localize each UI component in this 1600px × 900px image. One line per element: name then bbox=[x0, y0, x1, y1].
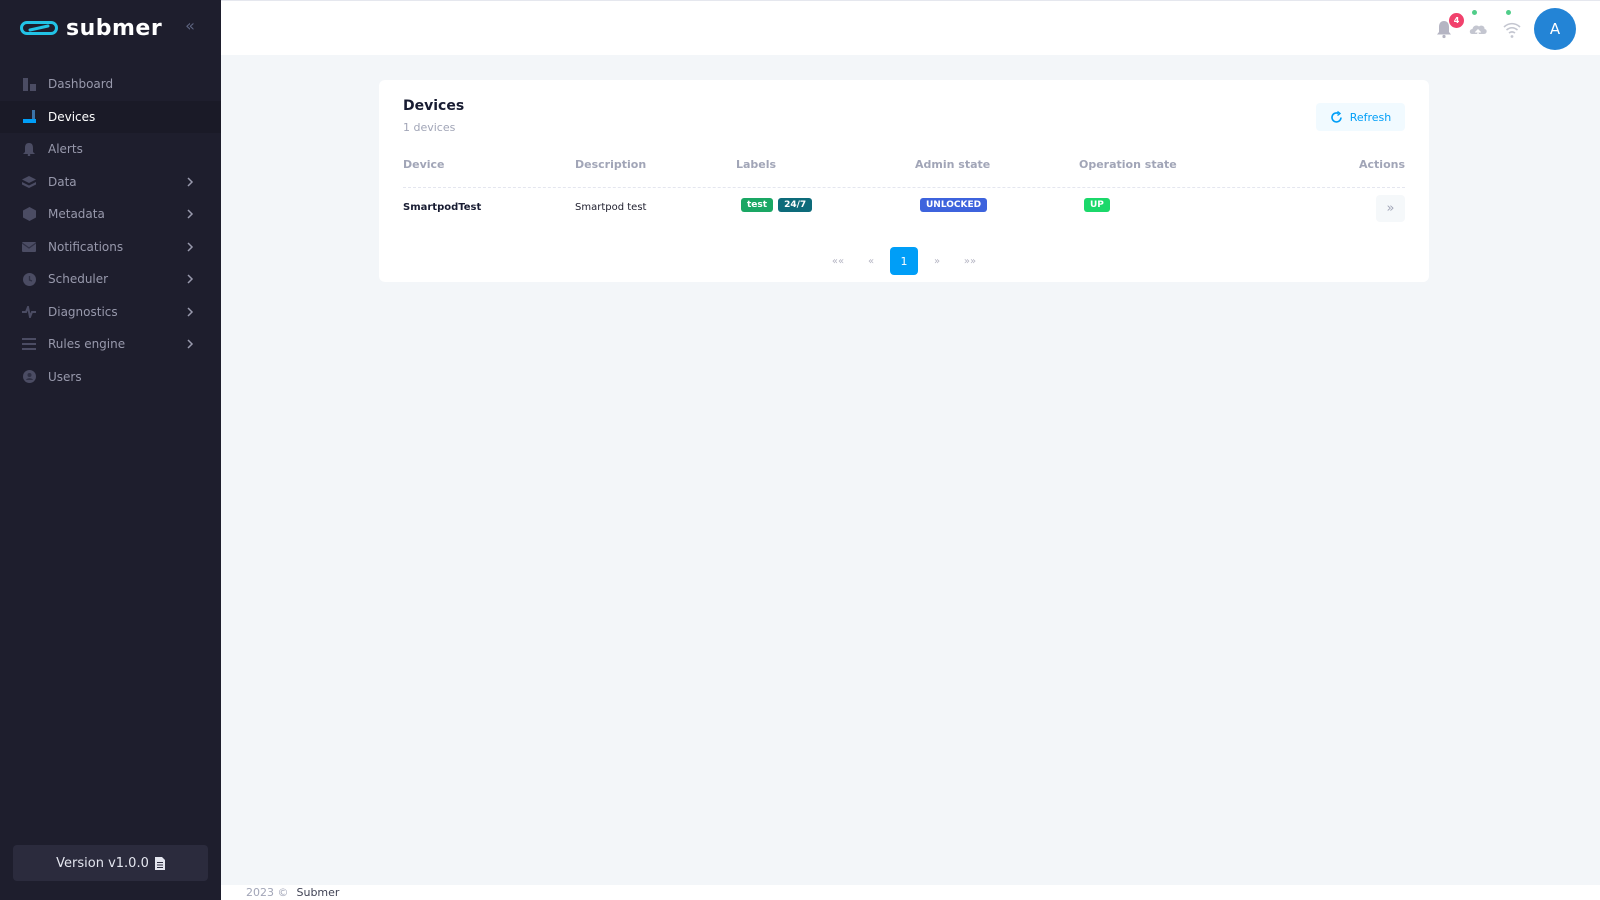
sidebar-item-dashboard[interactable]: Dashboard bbox=[0, 68, 221, 101]
device-labels: test 24/7 bbox=[741, 198, 817, 212]
top-header: 4 A bbox=[221, 0, 1600, 55]
sidebar-item-label: Notifications bbox=[48, 239, 124, 254]
sidebar-item-label: Rules engine bbox=[48, 337, 126, 352]
metadata-icon bbox=[22, 207, 36, 222]
version-button[interactable]: Version v1.0.0 bbox=[13, 845, 208, 881]
table-row[interactable]: SmartpodTest Smartpod test test 24/7 UNLO… bbox=[403, 192, 1405, 228]
column-header-operation-state[interactable]: Operation state bbox=[1079, 158, 1177, 171]
page-button-current[interactable]: 1 bbox=[890, 247, 918, 275]
sidebar-item-alerts[interactable]: Alerts bbox=[0, 133, 221, 166]
sidebar-item-label: Devices bbox=[48, 109, 96, 124]
version-label: Version v1.0.0 bbox=[56, 855, 149, 871]
sidebar-menu: Dashboard Devices Alerts Data Metadata N… bbox=[0, 68, 221, 393]
users-icon bbox=[22, 370, 36, 384]
column-header-device[interactable]: Device bbox=[403, 158, 445, 171]
collapse-sidebar-icon[interactable]: « bbox=[181, 17, 199, 35]
column-header-labels[interactable]: Labels bbox=[736, 158, 776, 171]
data-icon bbox=[22, 175, 36, 189]
sidebar-item-label: Diagnostics bbox=[48, 304, 118, 319]
chevron-right-icon bbox=[187, 306, 194, 317]
last-page-button[interactable]: »» bbox=[956, 247, 984, 275]
pagination: «« « 1 » »» bbox=[379, 247, 1429, 275]
sidebar-item-label: Dashboard bbox=[48, 77, 114, 92]
refresh-icon bbox=[1330, 110, 1342, 123]
sidebar-item-notifications[interactable]: Notifications bbox=[0, 231, 221, 264]
first-page-button[interactable]: «« bbox=[824, 247, 852, 275]
brand-logo[interactable]: submer bbox=[20, 16, 162, 41]
admin-state-badge: UNLOCKED bbox=[920, 198, 988, 212]
devices-card: Devices 1 devices Refresh Device Descrip… bbox=[379, 80, 1429, 282]
rules-icon bbox=[22, 337, 36, 351]
card-title: Devices bbox=[403, 98, 465, 114]
device-count: 1 devices bbox=[403, 121, 456, 134]
next-page-button[interactable]: » bbox=[923, 247, 951, 275]
table-header: Device Description Labels Admin state Op… bbox=[403, 158, 1405, 188]
chevron-right-icon bbox=[187, 241, 194, 252]
brand-name: submer bbox=[66, 15, 163, 41]
column-header-actions: Actions bbox=[1359, 158, 1405, 171]
sidebar-item-users[interactable]: Users bbox=[0, 361, 221, 394]
device-name[interactable]: SmartpodTest bbox=[403, 202, 481, 213]
wifi-icon[interactable] bbox=[1501, 15, 1523, 41]
chevron-right-icon bbox=[187, 176, 194, 187]
dashboard-icon bbox=[22, 77, 36, 91]
footer-company-link[interactable]: Submer bbox=[297, 886, 340, 899]
alerts-icon bbox=[22, 142, 36, 156]
footer-year: 2023 © bbox=[246, 886, 289, 899]
prev-page-button[interactable]: « bbox=[857, 247, 885, 275]
user-avatar[interactable]: A bbox=[1534, 8, 1576, 50]
view-device-button[interactable]: » bbox=[1376, 195, 1405, 222]
chevron-right-icon bbox=[187, 339, 194, 349]
cloud-upload-icon[interactable] bbox=[1467, 15, 1489, 41]
sidebar-item-devices[interactable]: Devices bbox=[0, 100, 221, 133]
column-header-admin-state[interactable]: Admin state bbox=[915, 158, 990, 171]
label-badge: 24/7 bbox=[778, 198, 813, 212]
notification-count-badge: 4 bbox=[1449, 13, 1464, 28]
sidebar-item-label: Data bbox=[48, 174, 77, 189]
sidebar-item-diagnostics[interactable]: Diagnostics bbox=[0, 296, 221, 329]
refresh-label: Refresh bbox=[1349, 110, 1392, 124]
sidebar: submer « Dashboard Devices Alerts Data M… bbox=[0, 0, 221, 900]
column-header-description[interactable]: Description bbox=[575, 158, 646, 171]
double-chevron-right-icon: » bbox=[1386, 201, 1395, 216]
sidebar-item-data[interactable]: Data bbox=[0, 166, 221, 199]
brand: submer « bbox=[0, 0, 221, 56]
sidebar-item-metadata[interactable]: Metadata bbox=[0, 198, 221, 231]
submer-logo-icon bbox=[20, 21, 58, 35]
sidebar-item-rules-engine[interactable]: Rules engine bbox=[0, 328, 221, 361]
admin-state: UNLOCKED bbox=[920, 198, 992, 212]
sidebar-item-label: Metadata bbox=[48, 207, 105, 222]
notifications-icon bbox=[22, 240, 36, 254]
operation-state: UP bbox=[1084, 198, 1115, 212]
diagnostics-icon bbox=[22, 305, 36, 319]
label-badge: test bbox=[741, 198, 774, 212]
chevron-right-icon bbox=[187, 209, 194, 219]
devices-icon bbox=[22, 110, 36, 124]
scheduler-icon bbox=[22, 272, 36, 286]
refresh-button[interactable]: Refresh bbox=[1316, 103, 1405, 131]
footer: 2023 © Submer bbox=[221, 885, 1600, 900]
chevron-right-icon bbox=[187, 274, 194, 284]
sidebar-item-label: Users bbox=[48, 369, 82, 384]
sidebar-item-scheduler[interactable]: Scheduler bbox=[0, 263, 221, 296]
sidebar-item-label: Scheduler bbox=[48, 272, 109, 287]
device-description: Smartpod test bbox=[575, 202, 647, 213]
operation-state-badge: UP bbox=[1084, 198, 1110, 212]
document-icon bbox=[154, 856, 165, 870]
sidebar-item-label: Alerts bbox=[48, 142, 83, 157]
